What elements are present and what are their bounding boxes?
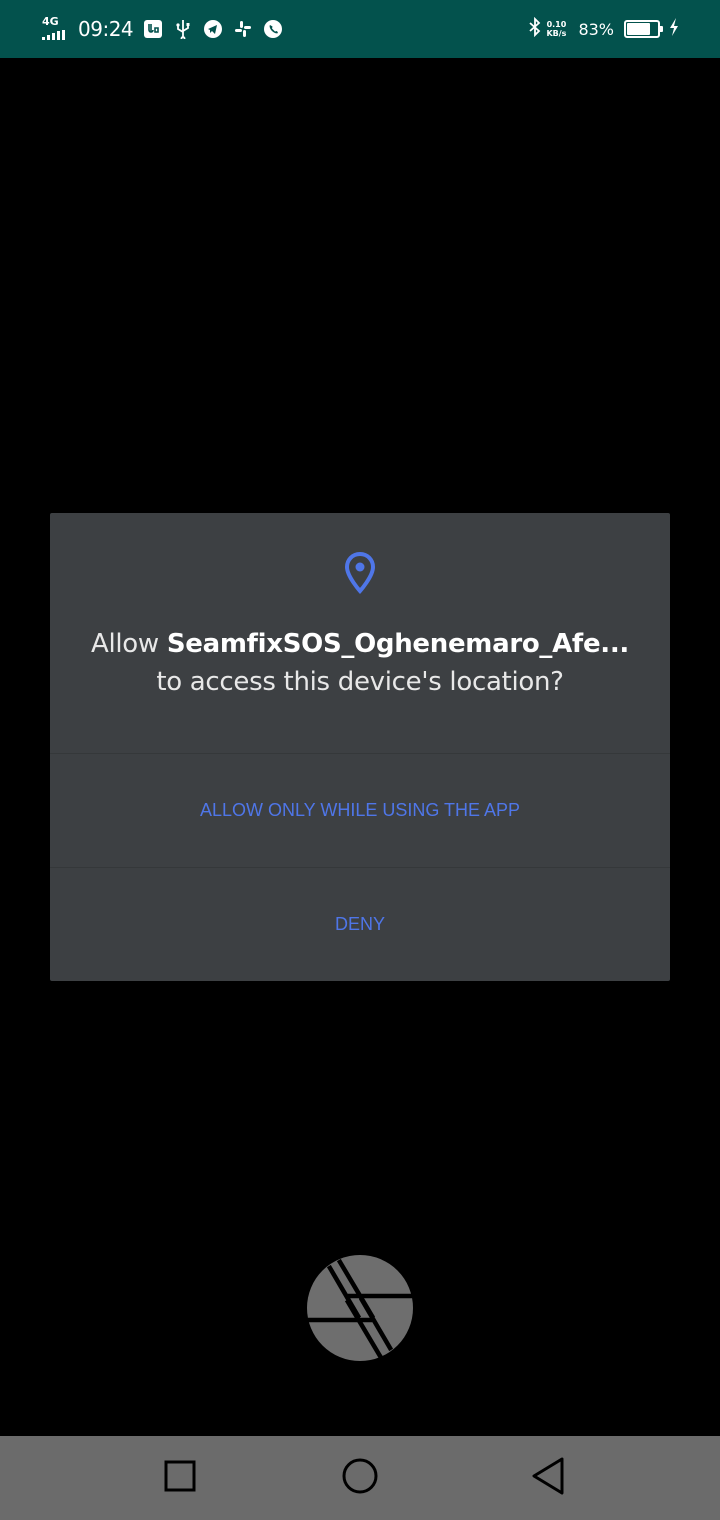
navigation-bar — [0, 1436, 720, 1520]
camera-shutter-icon[interactable] — [306, 1254, 414, 1362]
slack-icon — [233, 19, 253, 39]
usb-debug-icon — [143, 19, 163, 39]
network-type: 4G — [42, 15, 59, 28]
dialog-message: Allow SeamfixSOS_Oghenemaro_Afe... to ac… — [90, 625, 630, 701]
permission-dialog: Allow SeamfixSOS_Oghenemaro_Afe... to ac… — [50, 513, 670, 981]
message-prefix: Allow — [90, 629, 167, 659]
battery-percent: 83% — [578, 19, 614, 39]
app-name: SeamfixSOS_Oghenemaro_Afe... — [166, 629, 630, 659]
network-indicator: 4G — [42, 14, 70, 44]
usb-icon — [173, 19, 193, 39]
status-bar: 4G 09:24 0.10 KB/s 83% — [0, 0, 720, 58]
telegram-icon — [203, 19, 223, 39]
message-suffix: to access this device's location? — [156, 667, 564, 697]
clock: 09:24 — [78, 17, 134, 41]
recents-square-icon — [164, 1460, 196, 1496]
battery-icon — [624, 20, 663, 38]
status-bar-right: 0.10 KB/s 83% — [528, 14, 680, 44]
whatsapp-icon — [263, 19, 283, 39]
home-circle-icon — [341, 1457, 379, 1499]
dialog-header: Allow SeamfixSOS_Oghenemaro_Afe... to ac… — [50, 513, 670, 753]
allow-while-using-button[interactable]: ALLOW ONLY WHILE USING THE APP — [50, 754, 670, 866]
back-button[interactable] — [524, 1454, 572, 1502]
deny-button[interactable]: DENY — [50, 868, 670, 980]
back-triangle-icon — [530, 1456, 566, 1500]
charging-icon — [668, 17, 680, 41]
status-bar-left: 4G 09:24 — [42, 14, 283, 44]
signal-strength-icon — [42, 30, 65, 40]
bluetooth-icon — [528, 16, 542, 41]
location-pin-icon — [342, 551, 378, 595]
home-button[interactable] — [336, 1454, 384, 1502]
speed-value: 0.10 — [546, 20, 567, 29]
speed-unit: KB/s — [546, 29, 567, 38]
network-speed: 0.10 KB/s — [546, 20, 566, 38]
battery-fill — [627, 23, 650, 35]
recents-button[interactable] — [156, 1454, 204, 1502]
